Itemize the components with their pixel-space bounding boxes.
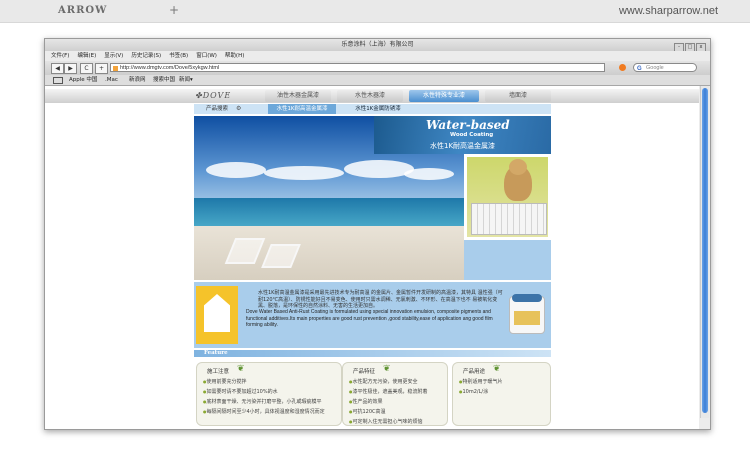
- hero-section: Water-based Wood Coating 水性1K耐高温金属漆: [194, 116, 551, 280]
- sand: [194, 226, 464, 280]
- google-icon: G: [637, 66, 642, 72]
- scrollbar-thumb[interactable]: [702, 88, 708, 413]
- list-item: 性产品的效果: [349, 397, 428, 407]
- dove-logo-text: DOVE: [202, 91, 232, 100]
- nav-tab[interactable]: 油性木器金属漆: [265, 90, 331, 102]
- cloud: [206, 162, 266, 178]
- back-button[interactable]: ◀: [51, 63, 64, 74]
- paint-can-lid: [512, 294, 542, 302]
- feature-text-en: Dove Water Based Anti-Rust Coating is fo…: [246, 309, 493, 328]
- water-based-banner: Water-based Wood Coating 水性1K耐高温金属漆: [374, 116, 551, 154]
- browser-window: 乐意涂料（上海）有限公司 - □ x 文件(F) 编辑(E) 显示(V) 历史记录(S) 书…: [44, 38, 711, 430]
- bookmark-item[interactable]: 新闻▾: [179, 75, 193, 85]
- cloud: [264, 166, 344, 180]
- bookmark-item[interactable]: 搜索中国: [153, 75, 175, 85]
- menu-window[interactable]: 窗口(W): [196, 53, 217, 59]
- list-item: 可定制入住无需担心气味的烦恼: [349, 417, 428, 427]
- nav-tab[interactable]: 墙面漆: [485, 90, 551, 102]
- panel-list: 特别适用于暖气片 10m2/L/涂: [459, 377, 503, 397]
- forward-button[interactable]: ▶: [64, 63, 77, 74]
- panel-title: 产品用途: [463, 369, 486, 375]
- site-url-text[interactable]: www.sharparrow.net: [619, 5, 718, 17]
- panel-title: 施工注意: [207, 369, 230, 375]
- panel-title: 产品特征: [353, 369, 376, 375]
- plus-icon[interactable]: +: [169, 3, 179, 17]
- beach-chair: [261, 244, 301, 268]
- scrollbar[interactable]: [700, 86, 709, 418]
- paint-can-label: [514, 311, 540, 325]
- info-panel: 产品特征 ❦ 水性配方无污染，使用更安全 漆平性极佳，遮盖美观，稳流附着 性产品…: [342, 362, 448, 426]
- sub-tab-active[interactable]: 水性1K耐高温金属漆: [268, 104, 336, 114]
- menu-history[interactable]: 历史记录(S): [131, 53, 161, 59]
- banner-cn-text: 水性1K耐高温金属漆: [430, 142, 496, 150]
- info-panel: 施工注意 ❦ 使用前要充分搅拌 如需要时请不要加超过10%的水 底材表面干燥、无…: [196, 362, 342, 426]
- site-nav: ✤DOVE 油性木器金属漆 水性木器漆 水性特殊专业漆 墙面漆: [45, 89, 699, 103]
- list-item: 10m2/L/涂: [459, 387, 503, 397]
- address-text: http://www.dmgtv.com/Dove/5xykgw.html: [120, 65, 220, 71]
- bookmarks-bar: Apple 中国 .Mac 新浪网 搜索中国 新闻▾: [45, 75, 710, 86]
- menu-edit[interactable]: 编辑(E): [77, 53, 96, 59]
- cloud: [404, 168, 454, 180]
- teddy-bear-head: [509, 159, 527, 175]
- bookmark-item[interactable]: .Mac: [105, 75, 118, 85]
- menu-bookmarks[interactable]: 书签(B): [169, 53, 188, 59]
- beach-chair: [224, 238, 266, 264]
- nav-tab[interactable]: 水性木器漆: [337, 90, 403, 102]
- dove-logo[interactable]: ✤DOVE: [195, 90, 261, 102]
- window-controls: - □ x: [673, 41, 706, 52]
- cloud: [344, 160, 414, 178]
- bookmark-item[interactable]: Apple 中国: [69, 75, 97, 85]
- feature-intro: 水性1K耐高温金属漆是采用最先进技术专为耐高温 的金属片、金属暂件开发研制的高温…: [194, 282, 551, 348]
- page-header: ARROW + www.sharparrow.net: [0, 0, 750, 23]
- list-item: 每隔间隔时间至少4小时，具体视温度和湿度情况而定: [203, 407, 325, 417]
- browser-toolbar: ◀ ▶ C + http://www.dmgtv.com/Dove/5xykgw…: [45, 61, 710, 75]
- menu-bar: 文件(F) 编辑(E) 显示(V) 历史记录(S) 书签(B) 窗口(W) 帮助(H): [45, 51, 710, 61]
- list-item: 可抗120C高温: [349, 407, 428, 417]
- banner-subtitle: Wood Coating: [450, 132, 494, 138]
- bookmark-item[interactable]: 新浪网: [129, 75, 146, 85]
- leaf-icon: ❦: [237, 364, 245, 374]
- menu-file[interactable]: 文件(F): [51, 53, 69, 59]
- book-icon[interactable]: [53, 77, 63, 84]
- list-item: 特别适用于暖气片: [459, 377, 503, 387]
- panel-list: 水性配方无污染，使用更安全 漆平性极佳，遮盖美观，稳流附着 性产品的效果 可抗1…: [349, 377, 428, 427]
- reload-button[interactable]: C: [80, 63, 93, 74]
- list-item: 水性配方无污染，使用更安全: [349, 377, 428, 387]
- wall: [467, 157, 548, 237]
- feature-text-cn: 水性1K耐高温金属漆是采用最先进技术专为耐高温 的金属片、金属暂件开发研制的高温…: [258, 290, 503, 309]
- list-item: 使用前要充分搅拌: [203, 377, 325, 387]
- sub-nav: 产品搜索 ⚙ 水性1K耐高温金属漆 水性1K金属防锈漆: [194, 104, 551, 114]
- leaf-icon: ❦: [383, 364, 391, 374]
- page-icon: [113, 66, 118, 71]
- list-item: 如需要时请不要加超过10%的水: [203, 387, 325, 397]
- add-bookmark-button[interactable]: +: [95, 63, 108, 74]
- window-title: 乐意涂料（上海）有限公司: [341, 41, 414, 48]
- page-viewport: ✤DOVE 油性木器金属漆 水性木器漆 水性特殊专业漆 墙面漆 产品搜索 ⚙ 水…: [45, 86, 699, 429]
- banner-title: Water-based: [426, 118, 510, 132]
- rss-icon[interactable]: [619, 64, 626, 71]
- panel-list: 使用前要充分搅拌 如需要时请不要加超过10%的水 底材表面干燥、无污染并打磨平整…: [203, 377, 325, 417]
- info-panel: 产品用途 ❦ 特别适用于暖气片 10m2/L/涂: [452, 362, 551, 426]
- product-search-label[interactable]: 产品搜索: [206, 104, 228, 114]
- list-item: 底材表面干燥、无污染并打磨平整，小孔或瑕疵模平: [203, 397, 325, 407]
- address-bar[interactable]: http://www.dmgtv.com/Dove/5xykgw.html: [110, 63, 605, 72]
- list-item: 漆平性极佳，遮盖美观，稳流附着: [349, 387, 428, 397]
- gear-icon[interactable]: ⚙: [236, 104, 241, 114]
- radiator: [471, 203, 547, 235]
- window-titlebar: 乐意涂料（上海）有限公司 - □ x: [45, 39, 710, 52]
- feature-heading: Feature: [194, 350, 551, 357]
- sea: [194, 198, 464, 226]
- nav-tab-active[interactable]: 水性特殊专业漆: [409, 90, 479, 102]
- brand-logo[interactable]: ARROW: [58, 5, 107, 16]
- menu-help[interactable]: 帮助(H): [225, 53, 244, 59]
- paint-can-image: [509, 294, 545, 334]
- menu-view[interactable]: 显示(V): [104, 53, 123, 59]
- sub-tab[interactable]: 水性1K金属防锈漆: [344, 104, 412, 114]
- teddy-bear-photo: [464, 154, 551, 240]
- house-shape: [204, 294, 230, 332]
- search-input[interactable]: G Google: [633, 63, 697, 72]
- leaf-icon: ❦: [493, 364, 501, 374]
- house-image: [196, 286, 238, 344]
- search-placeholder: Google: [646, 65, 664, 71]
